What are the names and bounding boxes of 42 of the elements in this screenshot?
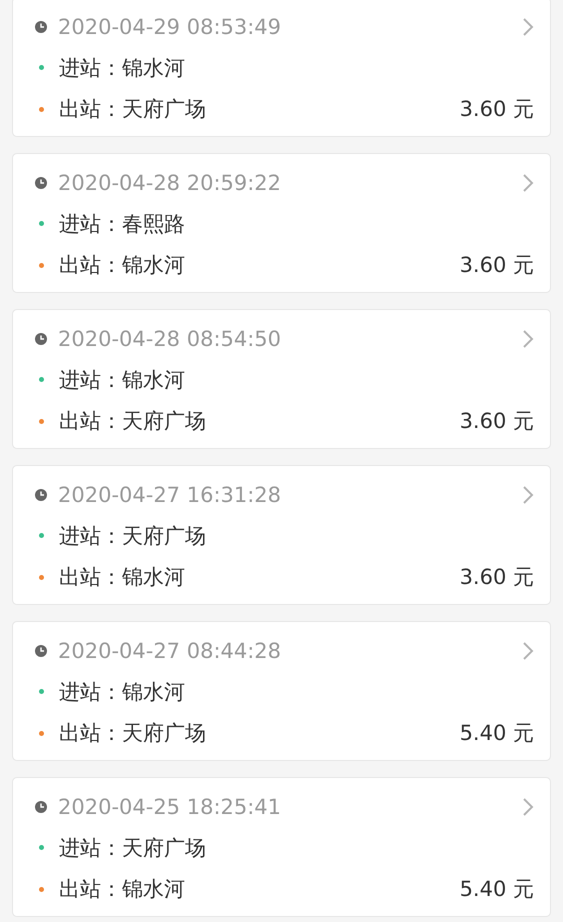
clock-icon: [35, 20, 47, 33]
record-card[interactable]: 2020-04-29 08:53:49 进站：锦水河 出站：天府广场 3.60 元: [12, 0, 551, 137]
clock-icon: [35, 488, 47, 501]
chevron-icon[interactable]: [522, 484, 534, 505]
station-label: 进站：锦水河: [59, 54, 186, 82]
trip-time: 2020-04-27 16:31:28: [58, 482, 282, 507]
trip-time: 2020-04-29 08:53:49: [58, 14, 282, 39]
station-label: 出站：锦水河: [59, 876, 186, 904]
fare-amount: 3.60 元: [460, 96, 534, 124]
station-label: 出站：天府广场: [59, 408, 207, 436]
station-label: 出站：锦水河: [59, 564, 186, 592]
fare-amount: 3.60 元: [460, 252, 534, 280]
chevron-icon[interactable]: [522, 328, 534, 349]
clock-icon: [35, 332, 47, 345]
chevron-icon[interactable]: [522, 16, 534, 37]
chevron-icon[interactable]: [522, 796, 534, 817]
fare-amount: 3.60 元: [460, 408, 534, 436]
station-label: 进站：春熙路: [59, 210, 186, 238]
station-label: 进站：锦水河: [59, 678, 186, 706]
record-card[interactable]: 2020-04-28 20:59:22 进站：春熙路 出站：锦水河 3.60 元: [12, 153, 551, 293]
station-label: 出站：锦水河: [59, 252, 186, 280]
clock-icon: [35, 176, 47, 189]
trip-time: 2020-04-25 18:25:41: [58, 794, 282, 819]
fare-amount: 5.40 元: [460, 876, 534, 904]
record-card[interactable]: 2020-04-27 16:31:28 进站：天府广场 出站：锦水河 3.60 元: [12, 465, 551, 605]
station-label: 出站：天府广场: [59, 720, 207, 748]
record-card[interactable]: 2020-04-27 08:44:28 进站：锦水河 出站：天府广场 5.40 元: [12, 621, 551, 761]
station-label: 进站：锦水河: [59, 366, 186, 394]
clock-icon: [35, 800, 47, 813]
station-label: 进站：天府广场: [59, 522, 207, 550]
chevron-icon[interactable]: [522, 640, 534, 661]
trip-time: 2020-04-28 20:59:22: [58, 170, 282, 195]
chevron-icon[interactable]: [522, 172, 534, 193]
trip-time: 2020-04-27 08:44:28: [58, 638, 282, 663]
record-card[interactable]: 2020-04-28 08:54:50 进站：锦水河 出站：天府广场 3.60 元: [12, 309, 551, 449]
trip-time: 2020-04-28 08:54:50: [58, 326, 282, 351]
station-label: 出站：天府广场: [59, 96, 207, 124]
fare-amount: 3.60 元: [460, 564, 534, 592]
clock-icon: [35, 644, 47, 657]
fare-amount: 5.40 元: [460, 720, 534, 748]
record-card[interactable]: 2020-04-25 18:25:41 进站：天府广场 出站：锦水河 5.40 元: [12, 777, 551, 917]
station-label: 进站：天府广场: [59, 834, 207, 862]
